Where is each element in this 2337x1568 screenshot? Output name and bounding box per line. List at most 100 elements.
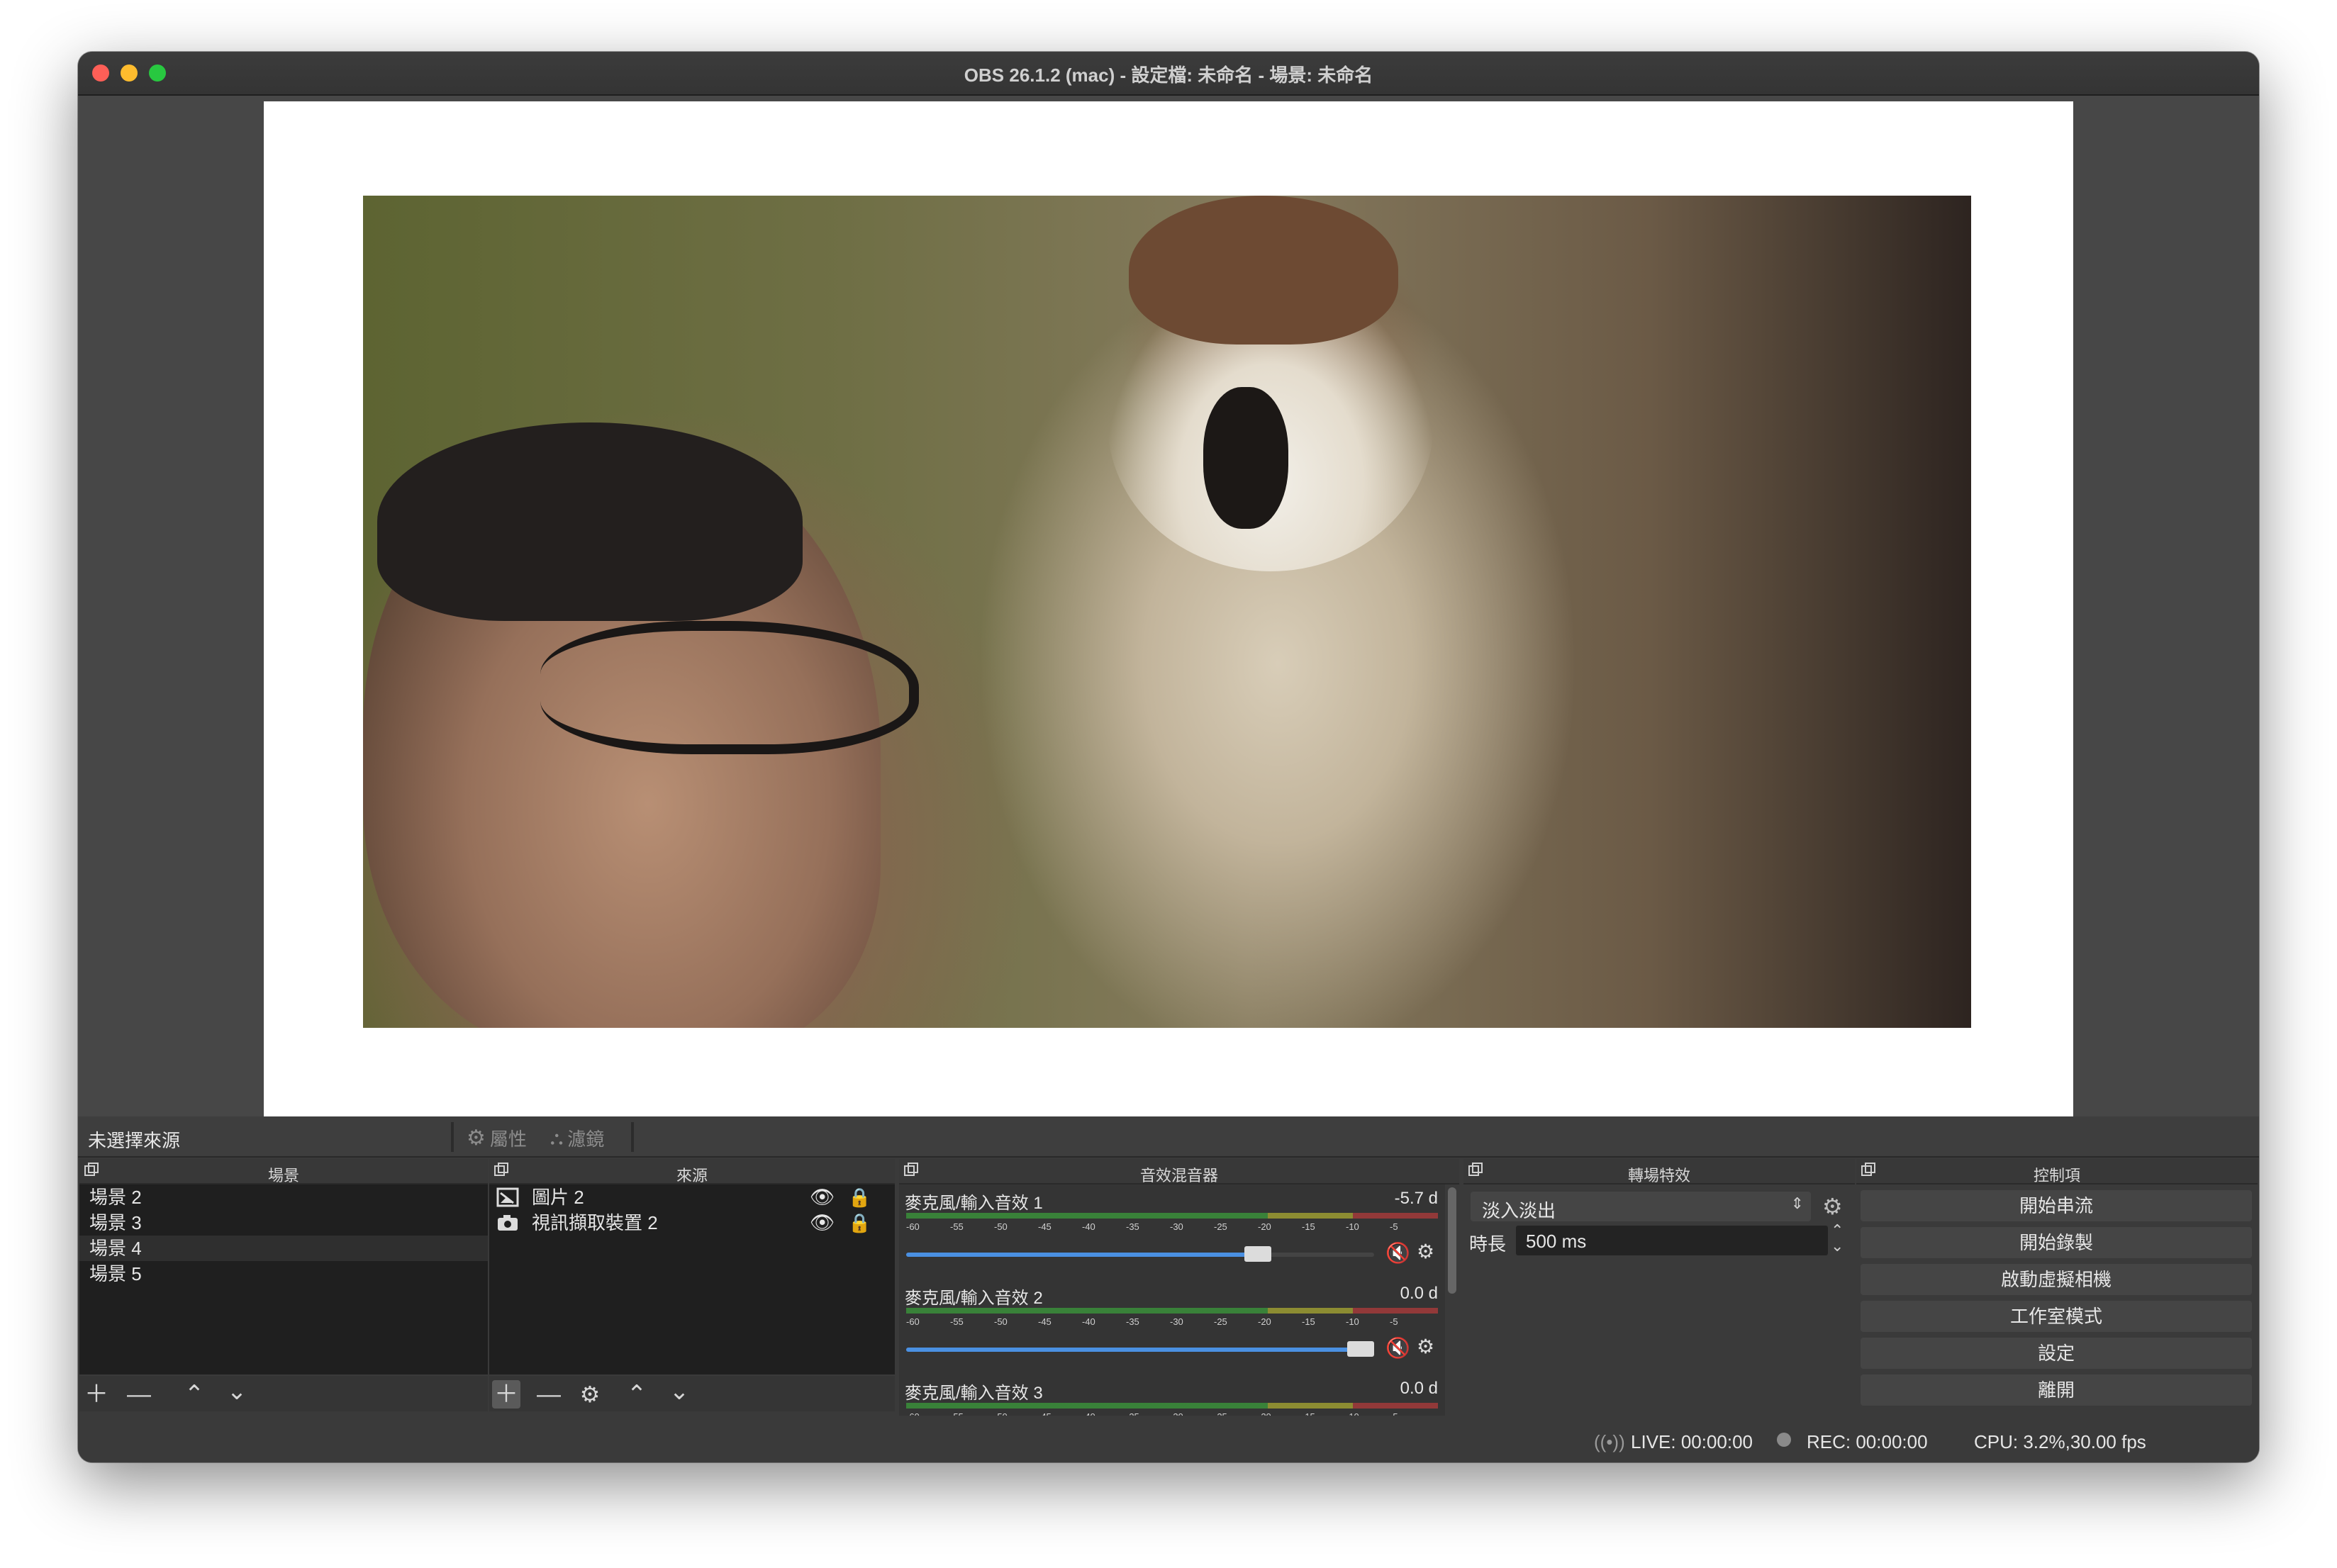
- sources-header: 來源: [489, 1159, 895, 1185]
- source-item[interactable]: 圖片 2 👁 🔒: [489, 1185, 895, 1210]
- source-item[interactable]: 視訊擷取裝置 2 👁 🔒: [489, 1210, 895, 1236]
- mixer-header: 音效混音器: [899, 1159, 1459, 1185]
- scenes-header: 場景: [79, 1159, 488, 1185]
- filter-icon: ⛬: [550, 1126, 564, 1148]
- scene-item[interactable]: 場景 3: [79, 1210, 488, 1236]
- mixer-title: 音效混音器: [1139, 1167, 1218, 1185]
- settings-button[interactable]: 設定: [1861, 1338, 2252, 1369]
- preview-image: [363, 196, 1971, 1028]
- move-source-up-button[interactable]: ⌃: [623, 1380, 651, 1409]
- mixer-scrollbar[interactable]: [1448, 1187, 1456, 1294]
- meter-tick-label: -20: [1258, 1316, 1271, 1327]
- bird-throat: [1203, 387, 1288, 529]
- meter-tick-label: -15: [1302, 1316, 1315, 1327]
- start-streaming-button[interactable]: 開始串流: [1861, 1190, 2252, 1221]
- meter-tick-label: -35: [1126, 1316, 1139, 1327]
- person-glasses: [540, 621, 919, 754]
- meter-ticks: -60 -55 -50 -45 -40 -35 -30 -25 -20 -15 -10 -5: [906, 1221, 1438, 1237]
- duration-field[interactable]: 500 ms: [1516, 1226, 1828, 1255]
- dock-area: 未選擇來源 ⚙ 屬性 ⛬ 濾鏡 場景 場景 2 場景 3 場景 4 場景 5 ＋…: [78, 1116, 2259, 1462]
- obs-window: OBS 26.1.2 (mac) - 設定檔: 未命名 - 場景: 未命名 未選…: [78, 52, 2259, 1462]
- meter-tick-label: -20: [1258, 1411, 1271, 1416]
- channel-settings-gear-icon[interactable]: ⚙: [1417, 1240, 1434, 1263]
- mixer-channel-db: 0.0 d: [1400, 1284, 1438, 1303]
- start-virtual-camera-button[interactable]: 啟動虛擬相機: [1861, 1264, 2252, 1295]
- mute-speaker-icon[interactable]: 🔇: [1385, 1336, 1410, 1360]
- properties-label: 屬性: [489, 1129, 527, 1150]
- filters-button[interactable]: ⛬ 濾鏡: [550, 1125, 604, 1151]
- preview-canvas[interactable]: [264, 101, 2073, 1118]
- scene-item-selected[interactable]: 場景 4: [79, 1236, 488, 1261]
- meter-tick-label: -35: [1126, 1411, 1139, 1416]
- bird-cap: [1129, 196, 1398, 345]
- lock-icon[interactable]: 🔒: [848, 1185, 871, 1210]
- volume-slider[interactable]: [906, 1246, 1374, 1262]
- scene-item[interactable]: 場景 5: [79, 1261, 488, 1287]
- meter-tick-label: -5: [1390, 1221, 1398, 1232]
- meter-tick-label: -5: [1390, 1316, 1398, 1327]
- add-scene-button[interactable]: ＋: [82, 1380, 111, 1409]
- sources-title: 來源: [676, 1167, 708, 1185]
- transition-select[interactable]: 淡入淡出 ⇕: [1471, 1192, 1811, 1221]
- source-label: 視訊擷取裝置 2: [532, 1212, 658, 1233]
- meter-tick-label: -50: [994, 1316, 1008, 1327]
- transition-selected-label: 淡入淡出: [1482, 1200, 1556, 1221]
- move-scene-down-button[interactable]: ⌄: [223, 1377, 251, 1406]
- mute-speaker-icon[interactable]: 🔇: [1385, 1241, 1410, 1265]
- meter-tick-label: -15: [1302, 1221, 1315, 1232]
- volume-slider-knob[interactable]: [1347, 1341, 1374, 1357]
- scenes-title: 場景: [267, 1167, 299, 1185]
- lock-icon[interactable]: 🔒: [848, 1210, 871, 1236]
- meter-tick-label: -40: [1082, 1411, 1095, 1416]
- start-recording-button[interactable]: 開始錄製: [1861, 1227, 2252, 1258]
- volume-slider[interactable]: [906, 1341, 1374, 1357]
- duration-stepper[interactable]: ⌃ ⌄: [1831, 1223, 1844, 1254]
- controls-panel: 控制項 開始串流 開始錄製 啟動虛擬相機 工作室模式 設定 離開: [1856, 1159, 2258, 1416]
- meter-tick-label: -5: [1390, 1411, 1398, 1416]
- meter-tick-label: -25: [1214, 1316, 1227, 1327]
- mixer-channel-name: 麥克風/輸入音效 2: [905, 1289, 1043, 1308]
- duration-label: 時長: [1469, 1233, 1507, 1255]
- meter-tick-label: -40: [1082, 1316, 1095, 1327]
- meter-tick-label: -25: [1214, 1221, 1227, 1232]
- camera-icon: [498, 1215, 518, 1231]
- channel-settings-gear-icon[interactable]: ⚙: [1417, 1335, 1434, 1358]
- live-indicator-icon: ((•)): [1594, 1431, 1625, 1452]
- volume-slider-knob[interactable]: [1244, 1246, 1271, 1262]
- exit-button[interactable]: 離開: [1861, 1374, 2252, 1406]
- meter-tick-label: -45: [1038, 1316, 1052, 1327]
- person-hair: [377, 422, 803, 621]
- remove-source-button[interactable]: —: [535, 1380, 563, 1409]
- scene-item[interactable]: 場景 2: [79, 1185, 488, 1210]
- source-label: 圖片 2: [532, 1187, 584, 1208]
- meter-tick-label: -50: [994, 1221, 1008, 1232]
- transitions-panel: 轉場特效 淡入淡出 ⇕ ⚙ 時長 500 ms ⌃ ⌄: [1463, 1159, 1855, 1416]
- properties-button[interactable]: ⚙ 屬性: [467, 1125, 527, 1151]
- volume-meter: [906, 1308, 1438, 1314]
- meter-tick-label: -10: [1346, 1411, 1359, 1416]
- eye-icon[interactable]: 👁: [810, 1185, 835, 1210]
- volume-meter: [906, 1213, 1438, 1219]
- mixer-channels: 麥克風/輸入音效 1 -5.7 d -60 -55 -50 -45 -40 -35 -30 -25…: [899, 1185, 1445, 1416]
- studio-mode-button[interactable]: 工作室模式: [1861, 1301, 2252, 1332]
- live-time: LIVE: 00:00:00: [1631, 1431, 1753, 1452]
- source-settings-gear-icon[interactable]: ⚙: [576, 1380, 604, 1409]
- meter-tick-label: -40: [1082, 1221, 1095, 1232]
- controls-header: 控制項: [1856, 1159, 2258, 1185]
- scenes-toolbar: ＋ — ⌃ ⌄: [79, 1376, 488, 1411]
- add-source-button[interactable]: ＋: [492, 1380, 520, 1409]
- move-scene-up-button[interactable]: ⌃: [180, 1380, 208, 1409]
- eye-icon[interactable]: 👁: [810, 1210, 835, 1236]
- meter-tick-label: -20: [1258, 1221, 1271, 1232]
- sources-panel: 來源 圖片 2 👁 🔒 視訊擷取裝置 2 👁 🔒 ＋ — ⚙ ⌃ ⌄: [489, 1159, 895, 1416]
- scenes-list: 場景 2 場景 3 場景 4 場景 5: [79, 1185, 488, 1374]
- preview-area[interactable]: [78, 96, 2259, 1118]
- gear-icon: ⚙: [467, 1126, 486, 1150]
- title-bar: OBS 26.1.2 (mac) - 設定檔: 未命名 - 場景: 未命名: [78, 52, 2259, 96]
- move-source-down-button[interactable]: ⌄: [665, 1377, 693, 1406]
- remove-scene-button[interactable]: —: [125, 1380, 153, 1409]
- meter-tick-label: -25: [1214, 1411, 1227, 1416]
- toolbar-separator: [451, 1122, 454, 1152]
- transition-settings-gear-icon[interactable]: ⚙: [1822, 1193, 1843, 1220]
- meter-tick-label: -55: [950, 1316, 964, 1327]
